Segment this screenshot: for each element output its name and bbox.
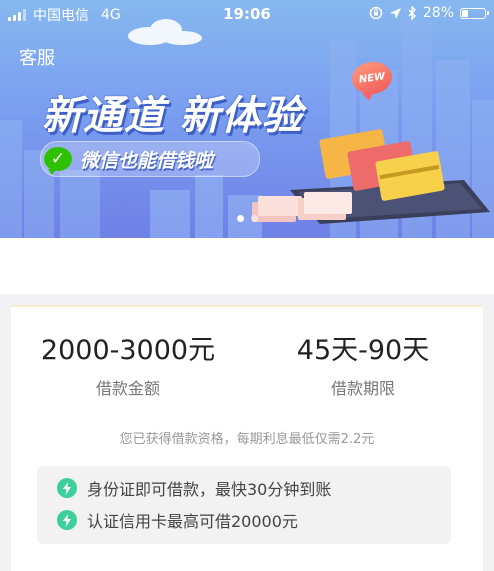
carousel-dot[interactable] [236,215,244,222]
location-arrow-icon [389,7,401,19]
banner-subtitle: 微信也能借钱啦 [80,149,214,172]
promo-banner[interactable]: 中国电信 4G 19:06 28% 客服 新通道 新体验 NEW ✓ 微信也能借… [0,0,494,238]
battery-icon [460,7,489,19]
battery-percent: 28% [422,5,454,21]
carousel-indicator [0,215,494,222]
bluetooth-icon [408,6,416,20]
rotation-lock-icon [369,6,383,20]
customer-service-link[interactable]: 客服 [19,44,55,70]
loan-term: 45天-90天 借款期限 [254,328,472,399]
lightning-icon [57,510,77,530]
check-icon: ✓ [44,147,72,175]
banner-subtitle-pill: ✓ 微信也能借钱啦 [40,141,260,177]
feature-item: 认证信用卡最高可借20000元 [57,508,298,532]
lightning-icon [57,478,77,498]
feature-text: 认证信用卡最高可借20000元 [87,512,298,531]
loan-term-label: 借款期限 [330,379,395,398]
feature-item: 身份证即可借款，最快30分钟到账 [57,476,331,500]
feature-list: 身份证即可借款，最快30分钟到账 认证信用卡最高可借20000元 [37,466,451,544]
loan-amount-label: 借款金额 [95,379,160,398]
loan-term-value: 45天-90天 [296,335,430,366]
status-right: 28% [369,5,489,21]
eligibility-note: 您已获得借款资格，每期利息最低仅需2.2元 [119,432,375,447]
spacer-strip [0,238,494,294]
loan-amount-value: 2000-3000元 [40,335,216,366]
carousel-dot[interactable] [250,215,258,222]
feature-text: 身份证即可借款，最快30分钟到账 [87,480,332,499]
status-bar: 中国电信 4G 19:06 28% [0,0,494,28]
loan-amount: 2000-3000元 借款金额 [20,328,236,399]
